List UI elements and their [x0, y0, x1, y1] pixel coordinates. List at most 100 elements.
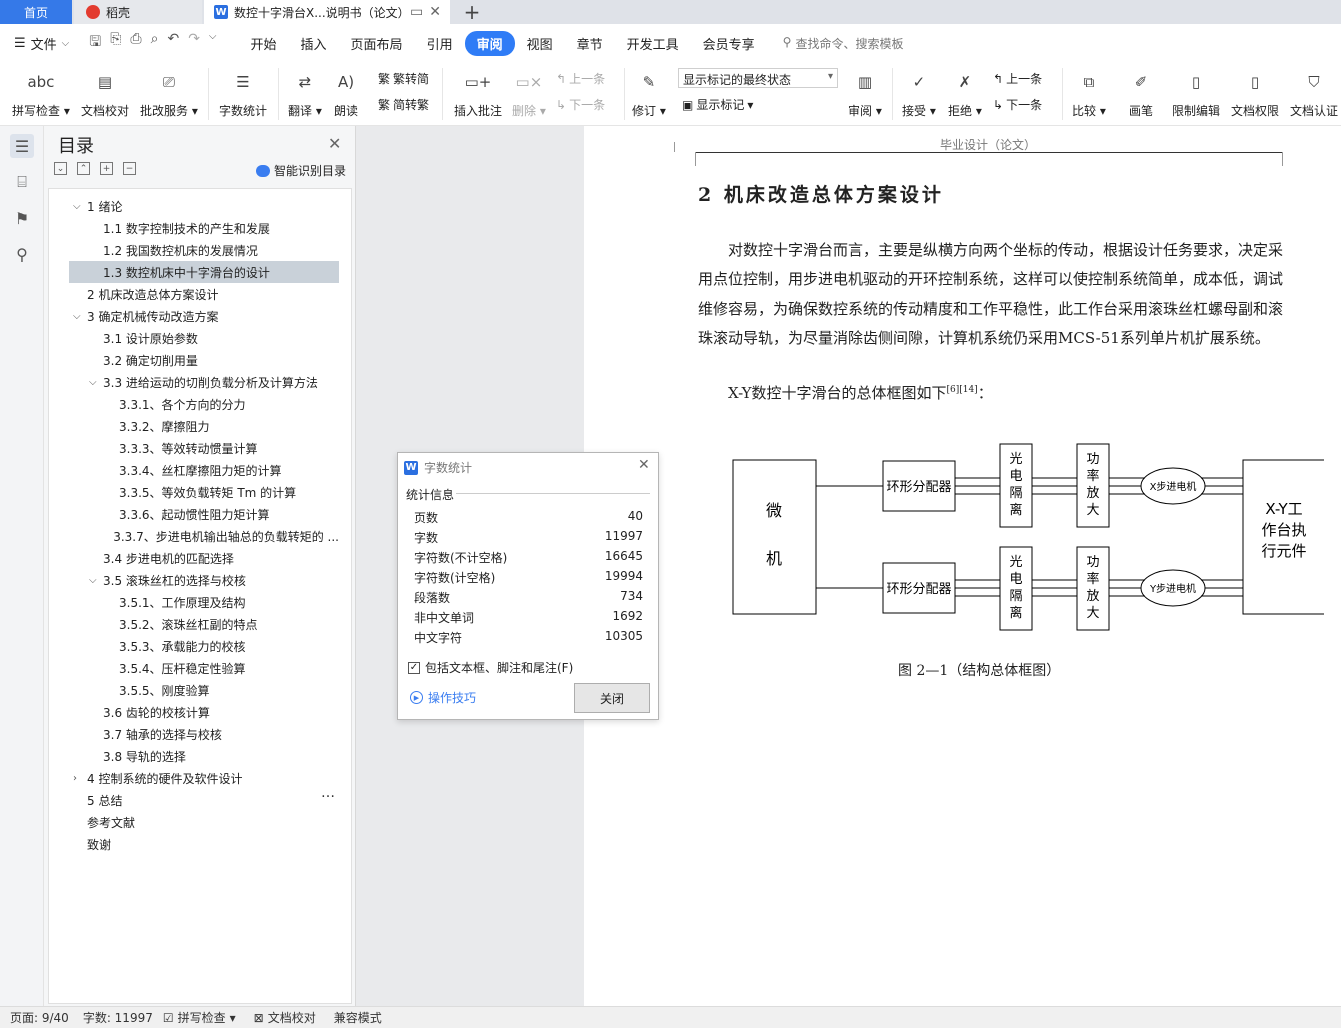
chevron-right-icon[interactable]: ›	[73, 773, 87, 784]
search-icon[interactable]: ⚲	[10, 242, 34, 266]
insert-comment-button[interactable]: ▭+ 插入批注	[454, 68, 502, 119]
close-icon[interactable]: ✕	[328, 134, 341, 153]
toc-item[interactable]: 1.2 我国数控机床的发展情况	[69, 239, 339, 261]
print-icon[interactable]: ⎙	[130, 31, 141, 55]
delete-comment-button[interactable]: ▭× 删除 ▾	[512, 68, 546, 119]
toc-item[interactable]: ⌵ 3.5 滚珠丝杠的选择与校核	[69, 569, 339, 591]
word-count-indicator[interactable]: 字数: 11997	[83, 1009, 153, 1026]
export-pdf-icon[interactable]: ⎘	[110, 31, 121, 55]
chevron-down-icon[interactable]: ⌵	[73, 201, 87, 212]
page-indicator[interactable]: 页面: 9/40	[10, 1009, 69, 1026]
next-change-button[interactable]: ↳ 下一条	[993, 96, 1042, 113]
prev-change-button[interactable]: ↰ 上一条	[993, 70, 1042, 87]
document-auth-button[interactable]: ⛉ 文档认证	[1290, 68, 1338, 119]
show-markup-button[interactable]: ▣ 显示标记 ▾	[682, 96, 753, 113]
toc-item[interactable]: ⌵ 1 绪论	[69, 195, 339, 217]
accept-button[interactable]: ✓ 接受 ▾	[902, 68, 936, 119]
toc-item[interactable]: 3.5.4、压杆稳定性验算	[69, 657, 339, 679]
toc-item[interactable]: 致谢	[69, 833, 339, 855]
toc-panel-icon[interactable]: ☰	[10, 134, 34, 158]
track-changes-button[interactable]: ✎ 修订 ▾	[632, 68, 666, 119]
toc-item[interactable]: 3.5.3、承载能力的校核	[69, 635, 339, 657]
restrict-editing-button[interactable]: ▯ 限制编辑	[1172, 68, 1220, 119]
tab-view[interactable]: 视图	[515, 31, 565, 56]
spell-check-button[interactable]: abc 拼写检查 ▾	[12, 68, 70, 119]
status-proofread[interactable]: ⊠ 文档校对	[254, 1009, 316, 1026]
tab-review[interactable]: 审阅	[464, 30, 515, 56]
undo-icon[interactable]: ↶	[167, 31, 179, 55]
tab-member[interactable]: 会员专享	[691, 31, 767, 56]
toc-item[interactable]: 3.5.1、工作原理及结构	[69, 591, 339, 613]
tab-layout[interactable]: 页面布局	[339, 31, 415, 56]
simp-to-trad-button[interactable]: 繁简转繁	[378, 96, 429, 113]
toc-item[interactable]: 2 机床改造总体方案设计	[69, 283, 339, 305]
translate-button[interactable]: ⇄ 翻译 ▾	[288, 68, 322, 119]
tab-references[interactable]: 引用	[415, 31, 465, 56]
toc-item[interactable]: 3.5.2、滚珠丝杠副的特点	[69, 613, 339, 635]
toc-item[interactable]: 3.3.3、等效转动惯量计算	[69, 437, 339, 459]
chevron-down-icon[interactable]: ⌵	[89, 377, 103, 388]
chevron-down-icon[interactable]: ⌵	[73, 311, 87, 322]
toc-item[interactable]: 3.3.1、各个方向的分力	[69, 393, 339, 415]
review-pane-button[interactable]: ▥ 审阅 ▾	[848, 68, 882, 119]
batch-service-button[interactable]: ⎚ 批改服务 ▾	[140, 68, 198, 119]
toc-item[interactable]: 3.3.6、起动惯性阻力矩计算	[69, 503, 339, 525]
tab-daoke[interactable]: 稻壳	[74, 0, 202, 24]
toc-item[interactable]: 3.7 轴承的选择与校核	[69, 723, 339, 745]
word-count-button[interactable]: ☰ 字数统计	[219, 68, 267, 119]
tab-start[interactable]: 开始	[239, 31, 289, 56]
toc-item[interactable]: 1.3 数控机床中十字滑台的设计	[69, 261, 339, 283]
reject-button[interactable]: ✗ 拒绝 ▾	[948, 68, 982, 119]
command-search[interactable]: ⚲ 查找命令、搜索模板	[783, 35, 904, 52]
toc-item[interactable]: 1.1 数字控制技术的产生和发展	[69, 217, 339, 239]
markup-mode-select[interactable]: 显示标记的最终状态	[678, 68, 838, 88]
pen-button[interactable]: ✐ 画笔	[1128, 68, 1154, 119]
toc-item[interactable]: ⌵ 3 确定机械传动改造方案	[69, 305, 339, 327]
tab-developer[interactable]: 开发工具	[615, 31, 691, 56]
new-tab-button[interactable]: +	[458, 0, 486, 24]
toc-item[interactable]: 3.4 步进电机的匹配选择	[69, 547, 339, 569]
close-icon[interactable]: ✕	[638, 457, 650, 473]
toc-item[interactable]: 3.2 确定切削用量	[69, 349, 339, 371]
compare-button[interactable]: ⧉ 比较 ▾	[1072, 68, 1106, 119]
smart-toc-button[interactable]: 智能识别目录	[256, 162, 346, 179]
save-icon[interactable]: 🖫	[89, 31, 101, 55]
tab-home[interactable]: 首页	[0, 0, 72, 24]
add-heading-icon[interactable]: +	[100, 162, 113, 175]
proofread-button[interactable]: ▤ 文档校对	[81, 68, 129, 119]
next-comment-button[interactable]: ↳ 下一条	[556, 96, 605, 113]
toc-item[interactable]: 5 总结	[69, 789, 339, 811]
remove-heading-icon[interactable]: −	[123, 162, 136, 175]
chevron-down-icon[interactable]: ⌵	[89, 575, 103, 586]
toc-item[interactable]: 3.6 齿轮的校核计算	[69, 701, 339, 723]
toc-item[interactable]: 3.3.4、丝杠摩擦阻力矩的计算	[69, 459, 339, 481]
tab-document[interactable]: W 数控十字滑台X...说明书（论文） ▭ ✕	[204, 0, 450, 24]
toc-item[interactable]: 参考文献	[69, 811, 339, 833]
expand-all-icon[interactable]: ⌄	[54, 162, 67, 175]
customize-icon[interactable]: ⌵	[209, 31, 217, 55]
toc-item[interactable]: › 4 控制系统的硬件及软件设计	[69, 767, 339, 789]
collapse-all-icon[interactable]: ⌃	[77, 162, 90, 175]
toc-item[interactable]: 3.1 设计原始参数	[69, 327, 339, 349]
read-aloud-button[interactable]: A) 朗读	[333, 68, 359, 119]
window-restore-icon[interactable]: ▭	[410, 4, 423, 20]
document-rights-button[interactable]: ▯ 文档权限	[1231, 68, 1279, 119]
toc-item[interactable]: 3.8 导轨的选择	[69, 745, 339, 767]
include-textbox-checkbox[interactable]: ✓ 包括文本框、脚注和尾注(F)	[408, 659, 573, 676]
prev-comment-button[interactable]: ↰ 上一条	[556, 70, 605, 87]
status-spell-check[interactable]: ☑ 拼写检查 ▾	[163, 1009, 236, 1026]
tab-section[interactable]: 章节	[565, 31, 615, 56]
close-button[interactable]: 关闭	[574, 683, 650, 713]
toc-item[interactable]: 3.3.5、等效负载转矩 Tm 的计算	[69, 481, 339, 503]
toc-item[interactable]: 3.3.7、步进电机输出轴总的负载转矩的 ...	[69, 525, 339, 547]
toc-item[interactable]: 3.5.5、刚度验算	[69, 679, 339, 701]
print-preview-icon[interactable]: ⌕	[151, 31, 159, 55]
toc-item[interactable]: 3.3.2、摩擦阻力	[69, 415, 339, 437]
file-menu[interactable]: ☰ 文件 ⌵	[14, 34, 69, 53]
tips-link[interactable]: ▶ 操作技巧	[410, 689, 476, 706]
trad-to-simp-button[interactable]: 繁繁转简	[378, 70, 429, 87]
bookmark-icon[interactable]: ⚑	[10, 206, 34, 230]
chapter-nav-icon[interactable]: ⌸	[10, 170, 34, 194]
redo-icon[interactable]: ↷	[188, 31, 200, 55]
dialog-titlebar[interactable]: W 字数统计	[404, 459, 472, 476]
